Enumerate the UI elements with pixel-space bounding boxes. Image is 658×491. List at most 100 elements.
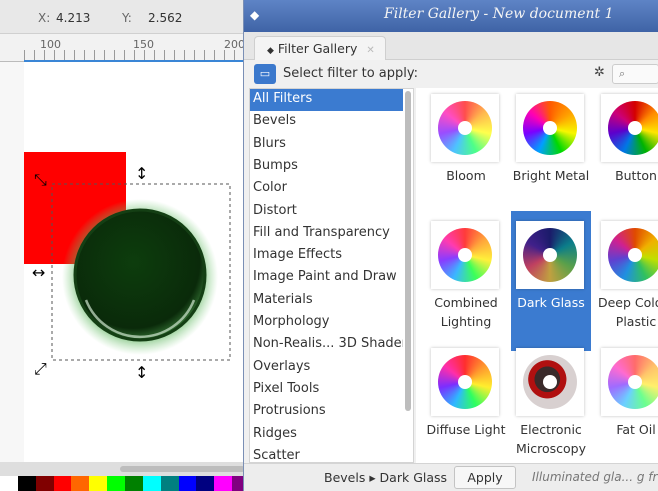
drawing-canvas[interactable]: ⤡ ↕ ↔ ⤢ ↕	[24, 62, 250, 462]
palette-swatch[interactable]	[107, 476, 126, 491]
category-item[interactable]: Fill and Transparency	[250, 223, 403, 245]
filter-name: Bloom	[446, 168, 486, 183]
handle-bottom-left[interactable]: ⤢	[34, 359, 47, 378]
palette-swatch[interactable]	[178, 476, 197, 491]
filter-item[interactable]: Electronic Microscopy	[511, 338, 591, 463]
tab-label: Filter Gallery	[277, 41, 358, 56]
filter-name: Electronic Microscopy	[515, 422, 586, 456]
x-value: 4.213	[56, 11, 91, 25]
horizontal-ruler: 100 150 200	[0, 34, 250, 62]
filter-item[interactable]: Button	[596, 88, 658, 224]
filter-thumbnail	[516, 221, 584, 289]
filter-item[interactable]: Fat Oil	[596, 338, 658, 463]
filter-name: Deep Colors Plastic	[597, 295, 658, 329]
palette-swatch[interactable]	[196, 476, 215, 491]
filter-item[interactable]: Deep Colors Plastic	[596, 211, 658, 351]
palette-swatch[interactable]	[160, 476, 179, 491]
bloom-thumbnail	[438, 101, 492, 155]
category-item[interactable]: Non-Realis... 3D Shaders	[250, 334, 403, 356]
filter-item[interactable]: Bloom	[426, 88, 506, 224]
category-list: All Filters Bevels Blurs Bumps Color Distort F…	[249, 88, 414, 463]
filter-header: ▭ Select filter to apply: ✲ ⌕	[244, 60, 658, 88]
filter-name: Dark Glass	[517, 295, 585, 310]
category-item[interactable]: Blurs	[250, 134, 403, 156]
handle-top-left[interactable]: ⤡	[34, 170, 47, 189]
color-palette[interactable]	[0, 476, 251, 491]
scrollbar-thumb[interactable]	[120, 466, 245, 472]
y-label: Y:	[122, 11, 132, 25]
filter-thumbnail	[601, 348, 658, 416]
canvas-artwork[interactable]: ⤡ ↕ ↔ ⤢ ↕	[24, 62, 250, 462]
palette-swatch[interactable]	[53, 476, 72, 491]
category-item[interactable]: Ridges	[250, 424, 403, 446]
category-item[interactable]: Image Effects	[250, 245, 403, 267]
diffuse-light-thumbnail	[438, 355, 492, 409]
filter-item[interactable]: Combined Lighting	[426, 211, 506, 351]
filter-thumbnail	[601, 221, 658, 289]
fat-oil-thumbnail	[608, 355, 658, 409]
category-item[interactable]: Morphology	[250, 312, 403, 334]
filter-name: Bright Metal	[512, 168, 590, 183]
filter-name: Button	[615, 168, 657, 183]
filter-thumbnail	[431, 348, 499, 416]
tab-close-icon[interactable]: ✕	[366, 45, 374, 56]
palette-swatch[interactable]	[214, 476, 233, 491]
filter-thumbnail	[516, 348, 584, 416]
filter-item[interactable]: Diffuse Light	[426, 338, 506, 463]
palette-swatch[interactable]	[35, 476, 54, 491]
bright-metal-thumbnail	[523, 101, 577, 155]
dark-glass-thumbnail	[523, 228, 577, 282]
green-circle[interactable]	[73, 208, 207, 342]
palette-swatch[interactable]	[125, 476, 143, 491]
handle-left[interactable]: ↔	[32, 263, 45, 282]
filter-thumbnail	[516, 94, 584, 162]
canvas-horizontal-scrollbar[interactable]	[0, 462, 250, 476]
category-item[interactable]: Pixel Tools	[250, 379, 403, 401]
gear-icon[interactable]: ✲	[594, 65, 605, 80]
filter-thumbnail	[431, 94, 499, 162]
sidebar-toggle-icon[interactable]: ▭	[254, 64, 276, 84]
filter-thumbnail	[431, 221, 499, 289]
category-item[interactable]: Materials	[250, 290, 403, 312]
combined-lighting-thumbnail	[438, 228, 492, 282]
handle-top[interactable]: ↕	[135, 164, 148, 183]
filter-breadcrumb: Bevels ▸ Dark Glass	[324, 470, 448, 485]
palette-swatch[interactable]	[89, 476, 108, 491]
select-filter-label: Select filter to apply:	[283, 66, 419, 81]
search-icon: ⌕	[619, 67, 626, 80]
search-input[interactable]: ⌕	[612, 64, 658, 84]
filter-name: Fat Oil	[616, 422, 656, 437]
handle-bottom[interactable]: ↕	[135, 363, 148, 382]
palette-swatch[interactable]	[142, 476, 161, 491]
category-item[interactable]: Protrusions	[250, 401, 403, 423]
palette-swatch[interactable]	[0, 476, 18, 491]
dialog-title: Filter Gallery - New document 1	[384, 6, 614, 22]
button-thumbnail	[608, 101, 658, 155]
filter-gallery-dialog: ◆ Filter Gallery - New document 1 ◆ Filt…	[243, 0, 658, 491]
filter-item[interactable]: Bright Metal	[511, 88, 591, 224]
filter-item[interactable]: Dark Glass	[511, 211, 591, 351]
apply-button[interactable]: Apply	[454, 466, 516, 489]
palette-swatch[interactable]	[17, 476, 36, 491]
category-item[interactable]: Bevels	[250, 111, 403, 133]
vertical-ruler	[0, 62, 24, 462]
category-item[interactable]: Image Paint and Draw	[250, 267, 403, 289]
y-value: 2.562	[148, 11, 183, 25]
filter-name: Combined Lighting	[434, 295, 498, 329]
tab-icon: ◆	[267, 46, 274, 56]
dialog-tab-bar: ◆ Filter Gallery ✕	[244, 32, 658, 60]
palette-swatch[interactable]	[71, 476, 90, 491]
window-menu-icon[interactable]: ◆	[250, 8, 259, 22]
category-item[interactable]: All Filters	[250, 89, 403, 111]
category-item[interactable]: Bumps	[250, 156, 403, 178]
dialog-footer: Bevels ▸ Dark Glass Apply Illuminated gl…	[244, 463, 658, 491]
deep-colors-plastic-thumbnail	[608, 228, 658, 282]
category-item[interactable]: Distort	[250, 201, 403, 223]
category-item[interactable]: Scatter	[250, 446, 403, 462]
category-item[interactable]: Color	[250, 178, 403, 200]
category-scrollbar[interactable]	[405, 91, 411, 411]
category-item[interactable]: Overlays	[250, 357, 403, 379]
dialog-titlebar[interactable]: ◆ Filter Gallery - New document 1	[244, 0, 658, 32]
tab-filter-gallery[interactable]: ◆ Filter Gallery ✕	[254, 36, 386, 60]
filter-thumbnail	[601, 94, 658, 162]
